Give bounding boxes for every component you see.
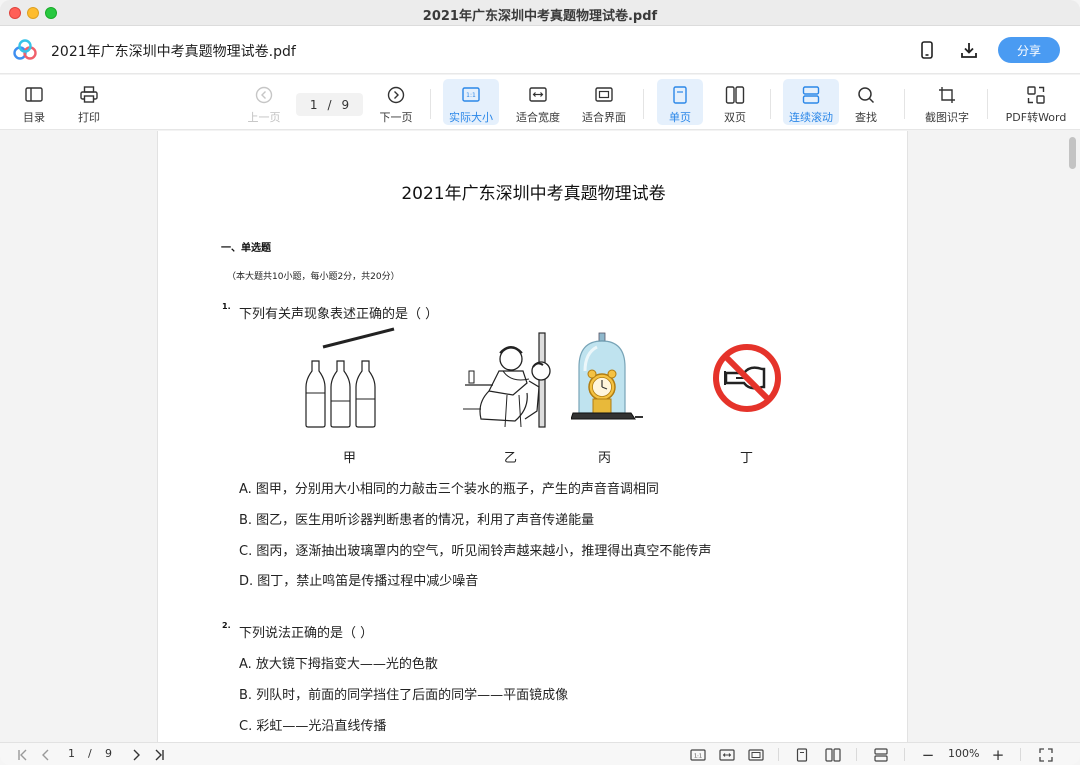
single-page-icon [669, 85, 691, 104]
status-page-current: 1 [68, 747, 75, 760]
status-bar: 1 / 9 1:1 − 100% + [0, 742, 1080, 765]
mobile-icon[interactable] [915, 38, 939, 62]
status-divider [904, 748, 905, 761]
toolbar-divider [430, 89, 431, 119]
pdf-page: 2021年广东深圳中考真题物理试卷 一、单选题 （本大题共10小题，每小题2分，… [157, 131, 908, 742]
single-page-button[interactable]: 单页 [657, 79, 703, 125]
chevron-left-icon[interactable] [38, 746, 54, 763]
toolbar-divider [987, 89, 988, 119]
scrollbar-thumb[interactable] [1069, 137, 1076, 169]
download-icon[interactable] [957, 38, 981, 62]
option-c: C. 彩虹——光沿直线传播 [239, 719, 387, 734]
chevron-left-circle-icon [253, 85, 275, 104]
zoom-level: 100% [948, 747, 980, 760]
title-bar: 2021年广东深圳中考真题物理试卷.pdf [0, 0, 1080, 26]
vertical-scrollbar[interactable] [1064, 131, 1080, 742]
first-page-icon[interactable] [14, 746, 32, 763]
document-title: 2021年广东深圳中考真题物理试卷 [401, 184, 666, 204]
question-text: 下列有关声现象表述正确的是（ ） [239, 307, 439, 322]
section-note: （本大题共10小题，每小题2分，共20分） [227, 272, 400, 282]
continuous-scroll-button[interactable]: 连续滚动 [783, 79, 839, 125]
figure-caption: 乙 [504, 451, 518, 466]
fit-page-button[interactable]: 适合界面 [578, 79, 630, 125]
status-divider [778, 748, 779, 761]
no-horn-sign-figure [713, 344, 781, 412]
actual-size-icon: 1:1 [460, 85, 482, 104]
section-title: 一、单选题 [221, 243, 271, 254]
page-number-input[interactable]: 1 / 9 [296, 93, 363, 116]
figure-caption: 丙 [598, 451, 612, 466]
double-page-icon [724, 85, 746, 104]
crop-icon [936, 85, 958, 104]
doctor-stethoscope-figure [463, 332, 551, 428]
document-viewport[interactable]: 2021年广东深圳中考真题物理试卷 一、单选题 （本大题共10小题，每小题2分，… [0, 131, 1080, 742]
option-a: A. 图甲，分别用大小相同的力敲击三个装水的瓶子，产生的声音音调相同 [239, 482, 659, 497]
option-a: A. 放大镜下拇指变大——光的色散 [239, 657, 438, 672]
question-number: 1. [222, 302, 231, 311]
svg-text:1:1: 1:1 [466, 92, 476, 99]
print-button[interactable]: 打印 [70, 79, 108, 125]
pdf-reader-window: 2021年广东深圳中考真题物理试卷.pdf 2021年广东深圳中考真题物理试卷.… [0, 0, 1080, 765]
app-logo-icon [13, 39, 37, 61]
bottles-figure [305, 327, 395, 428]
zoom-in-button[interactable]: + [989, 746, 1007, 764]
chevron-right-circle-icon [385, 85, 407, 104]
toolbar-divider [643, 89, 644, 119]
bell-jar-figure [571, 332, 643, 420]
option-b: B. 列队时，前面的同学挡住了后面的同学——平面镜成像 [239, 688, 569, 703]
next-page-button[interactable]: 下一页 [375, 79, 417, 125]
toolbar-divider [770, 89, 771, 119]
fit-width-icon [527, 85, 549, 104]
find-button[interactable]: 查找 [846, 79, 886, 125]
status-page-sep: / [88, 747, 92, 760]
fit-width-icon[interactable] [717, 746, 737, 763]
document-name: 2021年广东深圳中考真题物理试卷.pdf [51, 44, 296, 60]
pdf-to-word-button[interactable]: PDF转Word [1000, 79, 1072, 125]
question-text: 下列说法正确的是（ ） [239, 626, 374, 641]
continuous-scroll-icon[interactable] [871, 746, 891, 763]
last-page-icon[interactable] [150, 746, 168, 763]
question-number: 2. [222, 621, 231, 630]
status-page-total: 9 [105, 747, 112, 760]
toolbar: 目录 打印 上一页 1 / 9 下一页 1:1 实际大小 适合宽度 适合界面 单… [0, 75, 1080, 130]
toc-button[interactable]: 目录 [14, 79, 54, 125]
convert-icon [1025, 85, 1047, 104]
fit-page-icon [593, 85, 615, 104]
chevron-right-icon[interactable] [128, 746, 144, 763]
single-page-icon[interactable] [793, 746, 811, 763]
sidebar-icon [23, 85, 45, 104]
option-d: D. 图丁，禁止鸣笛是传播过程中减少噪音 [239, 574, 479, 589]
printer-icon [78, 85, 100, 104]
fit-width-button[interactable]: 适合宽度 [512, 79, 564, 125]
actual-size-icon[interactable]: 1:1 [688, 746, 708, 763]
status-divider [856, 748, 857, 761]
prev-page-button[interactable]: 上一页 [243, 79, 285, 125]
toolbar-divider [904, 89, 905, 119]
double-page-button[interactable]: 双页 [713, 79, 757, 125]
status-divider [1020, 748, 1021, 761]
search-icon [855, 85, 877, 104]
figure-caption: 甲 [343, 451, 357, 466]
zoom-out-button[interactable]: − [919, 746, 937, 764]
fit-page-icon[interactable] [746, 746, 766, 763]
double-page-icon[interactable] [823, 746, 843, 763]
window-title: 2021年广东深圳中考真题物理试卷.pdf [422, 9, 658, 24]
svg-text:1:1: 1:1 [694, 753, 702, 759]
option-b: B. 图乙，医生用听诊器判断患者的情况，利用了声音传递能量 [239, 513, 595, 528]
screenshot-ocr-button[interactable]: 截图识字 [920, 79, 974, 125]
share-button[interactable]: 分享 [998, 37, 1060, 63]
actual-size-button[interactable]: 1:1 实际大小 [443, 79, 499, 125]
fullscreen-icon[interactable] [1036, 746, 1056, 763]
figure-caption: 丁 [740, 451, 754, 466]
app-header: 2021年广东深圳中考真题物理试卷.pdf 分享 [0, 26, 1080, 74]
option-c: C. 图丙，逐渐抽出玻璃罩内的空气，听见闹铃声越来越小，推理得出真空不能传声 [239, 544, 712, 559]
continuous-scroll-icon [800, 85, 822, 104]
